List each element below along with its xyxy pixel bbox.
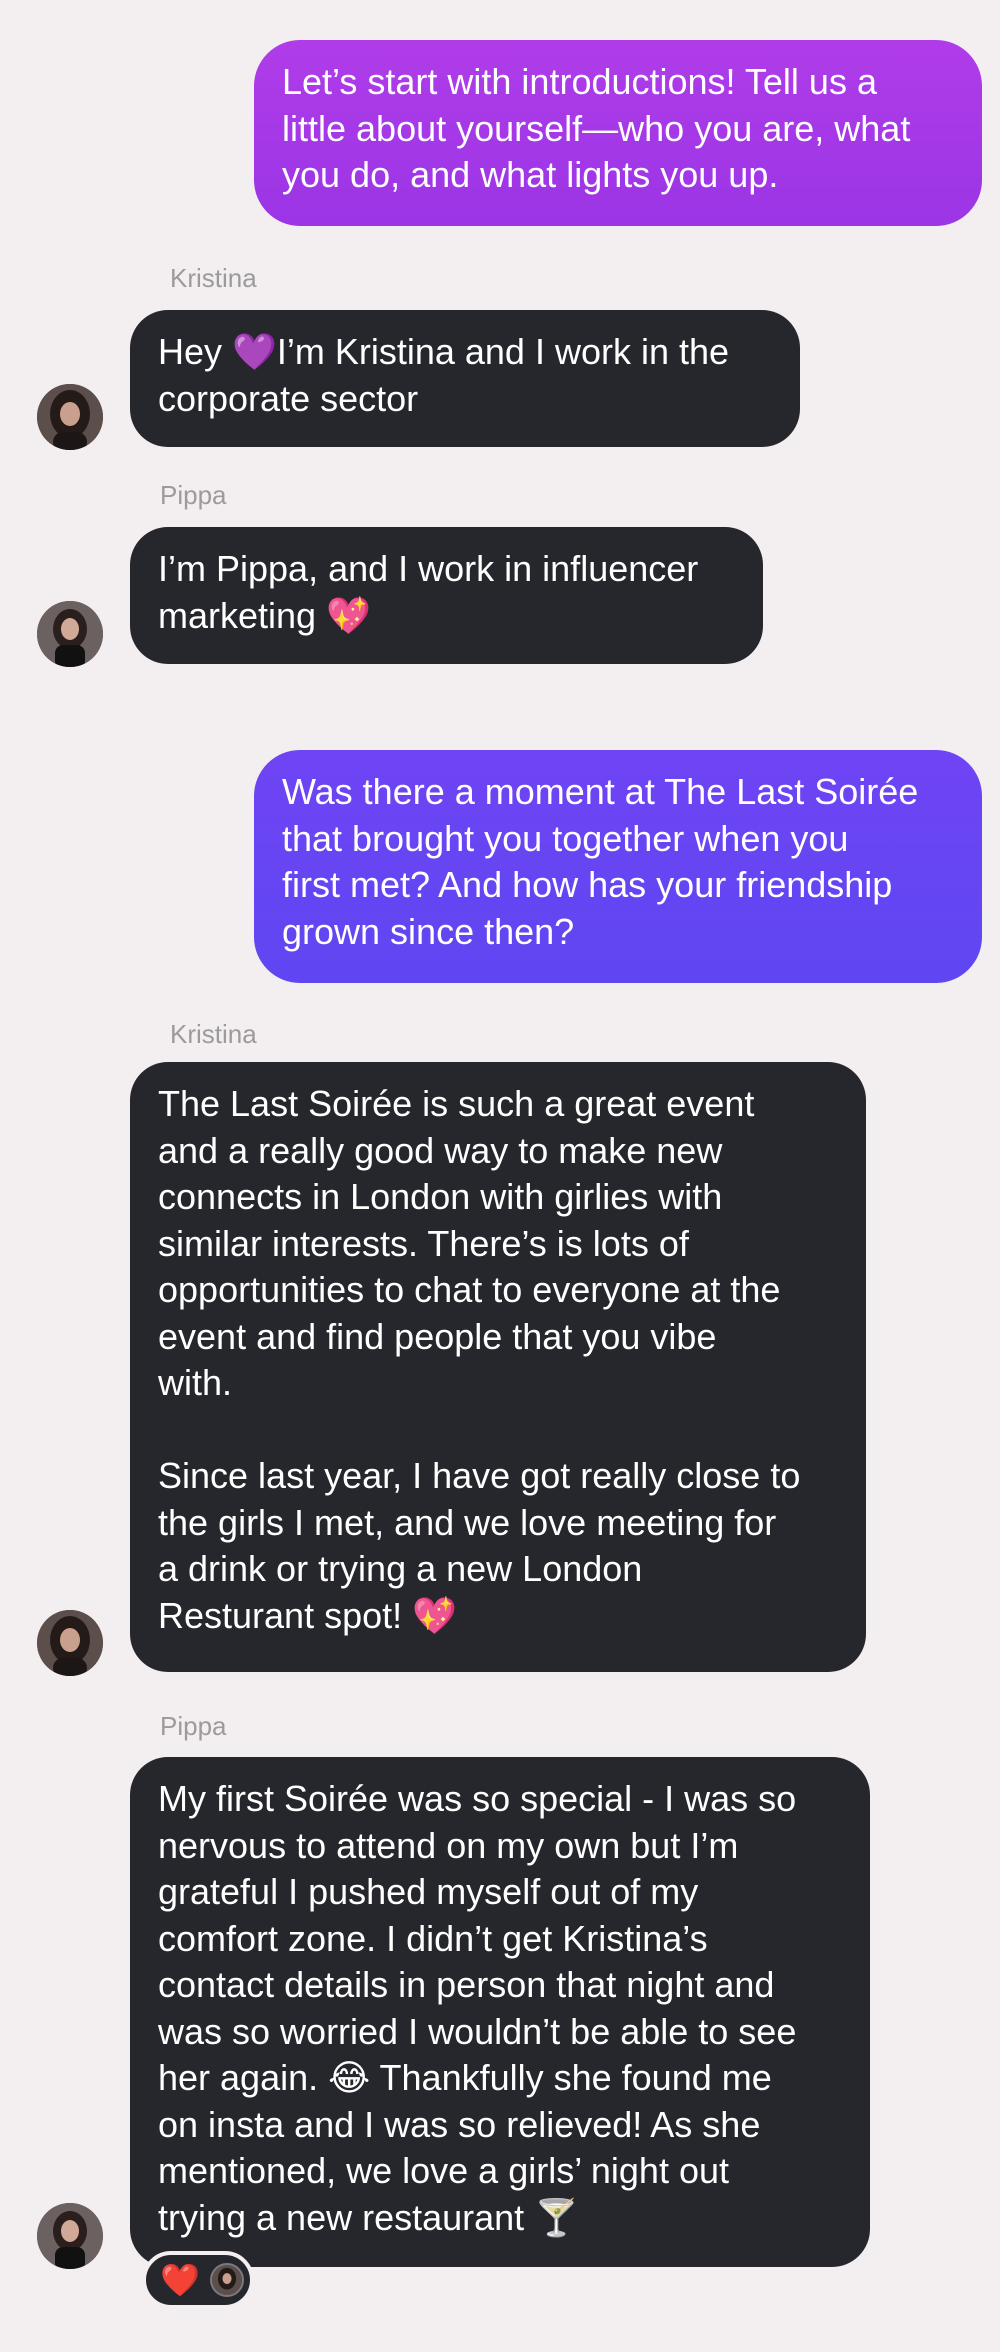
profile-photo-icon xyxy=(37,2203,103,2269)
avatar-pippa[interactable] xyxy=(37,2203,103,2269)
heart-icon: ❤️ xyxy=(160,2261,200,2299)
sender-name-label: Pippa xyxy=(160,480,227,510)
avatar-kristina[interactable] xyxy=(37,384,103,450)
profile-photo-icon xyxy=(37,601,103,667)
sender-name-label: Kristina xyxy=(170,263,257,293)
sender-name-label: Pippa xyxy=(160,1711,227,1741)
received-message-bubble[interactable]: I’m Pippa, and I work in influencer mark… xyxy=(130,527,763,664)
received-message-bubble[interactable]: Hey 💜I’m Kristina and I work in the corp… xyxy=(130,310,800,447)
sent-message-bubble[interactable]: Let’s start with introductions! Tell us … xyxy=(254,40,982,226)
received-message-bubble[interactable]: My first Soirée was so special - I was s… xyxy=(130,1757,870,2267)
profile-photo-icon xyxy=(37,1610,103,1676)
profile-photo-icon xyxy=(37,384,103,450)
avatar-pippa[interactable] xyxy=(37,601,103,667)
sent-message-bubble[interactable]: Was there a moment at The Last Soirée th… xyxy=(254,750,982,983)
profile-photo-icon xyxy=(211,2265,242,2295)
reactor-avatar xyxy=(209,2263,244,2297)
avatar-kristina[interactable] xyxy=(37,1610,103,1676)
received-message-bubble[interactable]: The Last Soirée is such a great event an… xyxy=(130,1062,866,1672)
message-reaction[interactable]: ❤️ xyxy=(142,2251,254,2309)
sender-name-label: Kristina xyxy=(170,1019,257,1049)
